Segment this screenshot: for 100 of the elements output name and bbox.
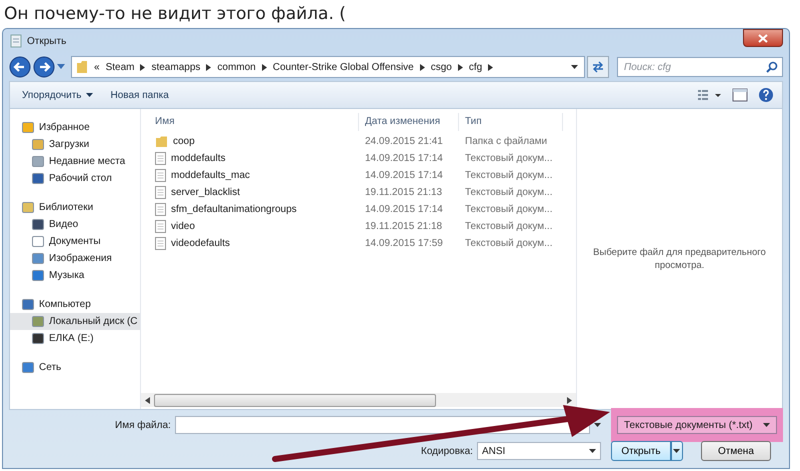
help-icon[interactable] (758, 87, 774, 103)
preview-pane-icon[interactable] (732, 88, 748, 102)
sidebar-item[interactable]: Компьютер (10, 296, 140, 313)
file-row[interactable]: moddefaults 14.09.2015 17:14 Текстовый докум... (141, 150, 576, 167)
forward-icon[interactable] (33, 56, 55, 78)
path-segment[interactable]: csgo (430, 62, 452, 72)
scroll-right-icon[interactable] (567, 396, 572, 404)
file-row[interactable]: videodefaults 14.09.2015 17:59 Текстовый докум... (141, 235, 576, 252)
dropdown-caret-icon[interactable] (763, 422, 770, 428)
sidebar-item[interactable]: Локальный диск (С (10, 313, 140, 330)
file-date: 19.11.2015 21:18 (364, 221, 444, 232)
organize-button[interactable]: Упорядочить (18, 88, 97, 102)
sidebar-item[interactable]: Сеть (10, 359, 140, 376)
file-row[interactable]: sfm_defaultanimationgroups 14.09.2015 17:14 Текстовый докум... (141, 201, 576, 218)
sidebar-item[interactable]: Недавние места (10, 153, 140, 170)
horizontal-scrollbar[interactable] (141, 393, 576, 407)
folder-icon (76, 60, 88, 74)
file-type: Папка с файлами (464, 136, 548, 147)
encoding-dropdown[interactable]: ANSI (476, 442, 601, 460)
sidebar-item[interactable]: Библиотеки (10, 199, 140, 216)
open-button[interactable]: Открыть (610, 441, 671, 461)
column-header[interactable]: Дата изменения (359, 113, 459, 131)
file-row[interactable]: moddefaults_mac 14.09.2015 17:14 Текстовый докум... (141, 167, 576, 184)
window-title: Открыть (27, 36, 66, 46)
open-options-button[interactable] (670, 441, 683, 461)
caret-icon (86, 92, 93, 98)
file-type: Текстовый докум... (464, 221, 554, 232)
chevron-icon[interactable] (420, 64, 425, 70)
file-row[interactable]: coop 24.09.2015 21:41 Папка с файлами (141, 133, 576, 150)
caption-text: Он почему-то не видит этого файла. ( (3, 3, 347, 26)
dropdown-caret-icon[interactable] (571, 64, 578, 70)
file-type: Текстовый докум... (464, 187, 554, 198)
chevron-icon[interactable] (206, 64, 212, 70)
file-type-dropdown[interactable]: Текстовые документы (*.txt) (617, 416, 777, 434)
dropdown-caret-icon[interactable] (588, 448, 596, 454)
sidebar-item[interactable]: Рабочий стол (10, 170, 140, 187)
file-date: 14.09.2015 17:14 (364, 153, 444, 164)
text-file-icon (155, 203, 166, 216)
file-name: coop (173, 136, 195, 147)
chevron-icon[interactable] (262, 64, 267, 70)
file-name: moddefaults (171, 153, 226, 164)
file-name: sfm_defaultanimationgroups (171, 204, 297, 215)
filename-label: Имя файла: (115, 420, 171, 430)
file-name: server_blacklist (171, 187, 240, 198)
history-caret-icon[interactable] (57, 64, 65, 70)
sidebar-item[interactable]: ЕЛКА (E:) (10, 330, 140, 347)
file-row[interactable]: video 19.11.2015 21:18 Текстовый докум... (141, 218, 576, 235)
new-folder-button[interactable]: Новая папка (106, 88, 173, 102)
scrollbar-thumb[interactable] (154, 394, 436, 406)
dropdown-caret-icon[interactable] (594, 422, 601, 428)
chevron-icon[interactable] (488, 64, 494, 70)
overflow-mark[interactable]: « (94, 62, 100, 72)
file-type: Текстовый докум... (464, 204, 554, 215)
file-name: video (171, 221, 195, 232)
sidebar-item[interactable]: Избранное (10, 119, 140, 136)
scroll-left-icon[interactable] (145, 396, 150, 404)
file-date: 14.09.2015 17:59 (364, 238, 444, 249)
window-icon (9, 34, 23, 48)
dropdown-caret-icon (673, 448, 680, 454)
file-date: 19.11.2015 21:13 (364, 187, 444, 198)
refresh-icon (591, 61, 605, 73)
preview-message: Выберите файл для предварительного просмотра. (592, 246, 767, 272)
column-header[interactable]: Тип (459, 113, 563, 131)
back-icon[interactable] (9, 56, 31, 78)
file-type: Текстовый докум... (464, 170, 554, 181)
sidebar-item[interactable]: Загрузки (10, 136, 140, 153)
file-name: moddefaults_mac (171, 170, 250, 181)
text-file-icon (155, 152, 166, 165)
text-file-icon (155, 237, 166, 250)
file-date: 24.09.2015 21:41 (364, 136, 444, 147)
file-name: videodefaults (171, 238, 230, 249)
text-file-icon (155, 186, 166, 199)
view-options-icon[interactable] (698, 89, 722, 101)
cancel-button[interactable]: Отмена (700, 441, 771, 461)
sidebar-item[interactable]: Изображения (10, 250, 140, 267)
encoding-label: Кодировка: (421, 446, 473, 456)
chevron-icon[interactable] (140, 64, 146, 70)
path-segment[interactable]: Counter-Strike Global Offensive (272, 62, 414, 72)
address-bar[interactable]: « Steam steamapps common Counter-Strike Global Offensive csgo cfg (71, 56, 585, 78)
text-file-icon (155, 220, 166, 233)
path-segment[interactable]: steamapps (151, 62, 200, 72)
sidebar-item[interactable]: Документы (10, 233, 140, 250)
search-icon (766, 61, 778, 73)
chevron-icon[interactable] (458, 64, 463, 70)
file-date: 14.09.2015 17:14 (364, 204, 444, 215)
column-header[interactable]: Имя (141, 113, 359, 131)
path-segment[interactable]: common (217, 62, 256, 72)
close-icon (758, 34, 768, 42)
file-row[interactable]: server_blacklist 19.11.2015 21:13 Текстовый докум... (141, 184, 576, 201)
path-segment[interactable]: cfg (468, 62, 482, 72)
file-type: Текстовый докум... (464, 238, 554, 249)
refresh-button[interactable] (587, 56, 609, 78)
folder-icon (155, 136, 168, 148)
text-file-icon (155, 169, 166, 182)
sidebar-item[interactable]: Музыка (10, 267, 140, 284)
sidebar-item[interactable]: Видео (10, 216, 140, 233)
path-segment[interactable]: Steam (106, 62, 134, 72)
close-button[interactable] (743, 29, 783, 47)
search-input[interactable]: Поиск: cfg (617, 57, 783, 77)
file-date: 14.09.2015 17:14 (364, 170, 444, 181)
